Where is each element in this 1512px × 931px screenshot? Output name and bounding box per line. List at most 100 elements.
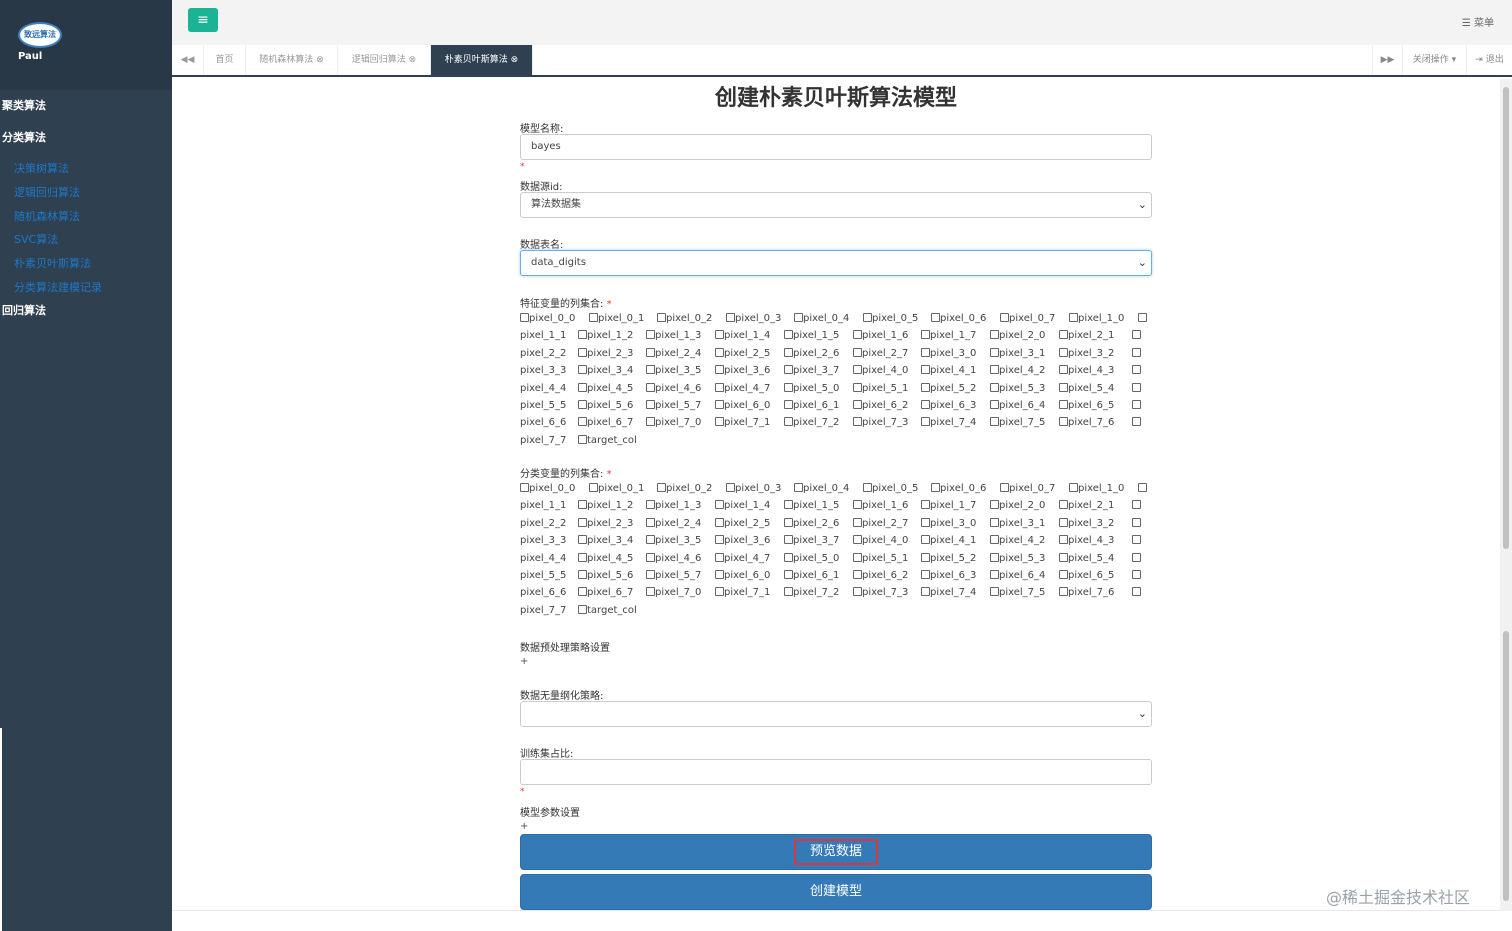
column-checkbox[interactable]: pixel_6_5	[1059, 399, 1114, 413]
checkbox-box[interactable]	[589, 483, 598, 492]
column-checkbox[interactable]: pixel_4_0	[853, 534, 908, 548]
column-checkbox[interactable]: pixel_0_0	[520, 482, 575, 496]
checkbox-box[interactable]	[853, 587, 862, 597]
sidebar-group-regression[interactable]: 回归算法	[2, 302, 46, 318]
sidebar-item-svc[interactable]: SVC算法	[14, 231, 58, 247]
checkbox-box[interactable]	[1059, 417, 1068, 427]
column-checkbox[interactable]: pixel_1_2	[578, 329, 633, 343]
checkbox-box[interactable]	[1059, 500, 1068, 510]
column-checkbox[interactable]: pixel_1_1	[520, 329, 566, 343]
column-checkbox[interactable]: pixel_4_7	[715, 552, 770, 566]
checkbox-box[interactable]	[784, 500, 793, 510]
checkbox-box[interactable]	[990, 417, 999, 427]
column-checkbox[interactable]: pixel_1_3	[646, 329, 701, 343]
checkbox-box[interactable]	[1132, 552, 1141, 562]
tab-home[interactable]: 首页	[204, 45, 246, 75]
checkbox-box[interactable]	[1059, 399, 1068, 409]
checkbox-box[interactable]	[1059, 330, 1068, 340]
checkbox-box[interactable]	[853, 382, 862, 392]
column-checkbox[interactable]: pixel_6_7	[578, 416, 633, 430]
checkbox-box[interactable]	[578, 552, 587, 562]
checkbox-box[interactable]	[715, 517, 724, 527]
checkbox-box[interactable]	[1059, 535, 1068, 545]
column-checkbox[interactable]: pixel_5_3	[990, 552, 1045, 566]
dimless-select[interactable]: ⌄	[520, 701, 1152, 727]
checkbox-box[interactable]	[1059, 382, 1068, 392]
column-checkbox[interactable]: pixel_3_5	[646, 534, 701, 548]
column-checkbox[interactable]: pixel_6_2	[853, 569, 908, 583]
checkbox-box[interactable]	[578, 347, 587, 357]
column-checkbox[interactable]: pixel_1_7	[921, 329, 976, 343]
column-checkbox-box[interactable]	[1132, 499, 1141, 513]
checkbox-box[interactable]	[931, 313, 940, 322]
column-checkbox[interactable]: pixel_4_3	[1059, 534, 1114, 548]
checkbox-box[interactable]	[1132, 365, 1141, 375]
checkbox-box[interactable]	[578, 604, 587, 614]
column-checkbox[interactable]: pixel_7_0	[646, 416, 701, 430]
column-checkbox[interactable]: target_col	[578, 434, 637, 448]
checkbox-box[interactable]	[990, 382, 999, 392]
close-icon[interactable]: ⊗	[409, 55, 417, 65]
column-checkbox[interactable]: pixel_7_5	[990, 586, 1045, 600]
column-checkbox[interactable]: pixel_2_1	[1059, 329, 1114, 343]
checkbox-box[interactable]	[726, 483, 735, 492]
column-checkbox[interactable]: pixel_4_1	[921, 364, 976, 378]
checkbox-box[interactable]	[1132, 500, 1141, 510]
checkbox-box[interactable]	[646, 517, 655, 527]
column-checkbox-box[interactable]	[1132, 586, 1141, 600]
column-checkbox[interactable]: pixel_7_4	[921, 416, 976, 430]
column-checkbox[interactable]: pixel_2_6	[784, 517, 839, 531]
checkbox-box[interactable]	[921, 417, 930, 427]
column-checkbox[interactable]: pixel_0_6	[931, 312, 986, 326]
column-checkbox[interactable]: pixel_5_6	[578, 399, 633, 413]
column-checkbox[interactable]: pixel_0_0	[520, 312, 575, 326]
column-checkbox[interactable]: pixel_4_1	[921, 534, 976, 548]
column-checkbox[interactable]: pixel_3_0	[921, 517, 976, 531]
column-checkbox[interactable]: pixel_1_6	[853, 499, 908, 513]
checkbox-box[interactable]	[578, 399, 587, 409]
column-checkbox[interactable]: pixel_2_0	[990, 329, 1045, 343]
checkbox-box[interactable]	[794, 313, 803, 322]
top-menu-button[interactable]: ☰ 菜单	[1462, 14, 1494, 29]
sidebar-item-random-forest[interactable]: 随机森林算法	[14, 208, 80, 224]
column-checkbox[interactable]: pixel_3_6	[715, 534, 770, 548]
checkbox-box[interactable]	[931, 483, 940, 492]
checkbox-box[interactable]	[715, 330, 724, 340]
checkbox-box[interactable]	[853, 417, 862, 427]
checkbox-box[interactable]	[853, 330, 862, 340]
column-checkbox[interactable]: pixel_7_3	[853, 416, 908, 430]
column-checkbox[interactable]: pixel_4_7	[715, 382, 770, 396]
column-checkbox[interactable]: pixel_6_6	[520, 586, 566, 600]
checkbox-box[interactable]	[520, 313, 529, 322]
datasource-select[interactable]: 算法数据集 ⌄	[520, 192, 1152, 218]
column-checkbox[interactable]: pixel_1_7	[921, 499, 976, 513]
username[interactable]: Paul	[18, 51, 42, 62]
column-checkbox[interactable]: pixel_5_7	[646, 569, 701, 583]
checkbox-box[interactable]	[921, 382, 930, 392]
column-checkbox-box[interactable]	[1132, 364, 1141, 378]
checkbox-box[interactable]	[578, 434, 587, 444]
column-checkbox[interactable]: pixel_6_4	[990, 569, 1045, 583]
checkbox-box[interactable]	[990, 330, 999, 340]
scrollbar[interactable]	[1500, 79, 1512, 911]
checkbox-box[interactable]	[715, 382, 724, 392]
tab-naive-bayes[interactable]: 朴素贝叶斯算法 ⊗	[431, 45, 533, 75]
column-checkbox[interactable]: pixel_0_7	[1000, 312, 1055, 326]
column-checkbox[interactable]: pixel_3_2	[1059, 347, 1114, 361]
checkbox-box[interactable]	[853, 347, 862, 357]
checkbox-box[interactable]	[578, 587, 587, 597]
checkbox-box[interactable]	[784, 517, 793, 527]
column-checkbox[interactable]: pixel_7_7	[520, 604, 566, 618]
checkbox-box[interactable]	[715, 347, 724, 357]
checkbox-box[interactable]	[863, 483, 872, 492]
column-checkbox[interactable]: pixel_6_2	[853, 399, 908, 413]
checkbox-box[interactable]	[646, 417, 655, 427]
checkbox-box[interactable]	[578, 569, 587, 579]
tab-prev-button[interactable]: ◀◀	[172, 45, 204, 75]
column-checkbox[interactable]: pixel_3_1	[990, 347, 1045, 361]
checkbox-box[interactable]	[853, 569, 862, 579]
checkbox-box[interactable]	[921, 399, 930, 409]
column-checkbox[interactable]: pixel_7_5	[990, 416, 1045, 430]
column-checkbox[interactable]: pixel_3_3	[520, 364, 566, 378]
checkbox-box[interactable]	[1069, 483, 1078, 492]
